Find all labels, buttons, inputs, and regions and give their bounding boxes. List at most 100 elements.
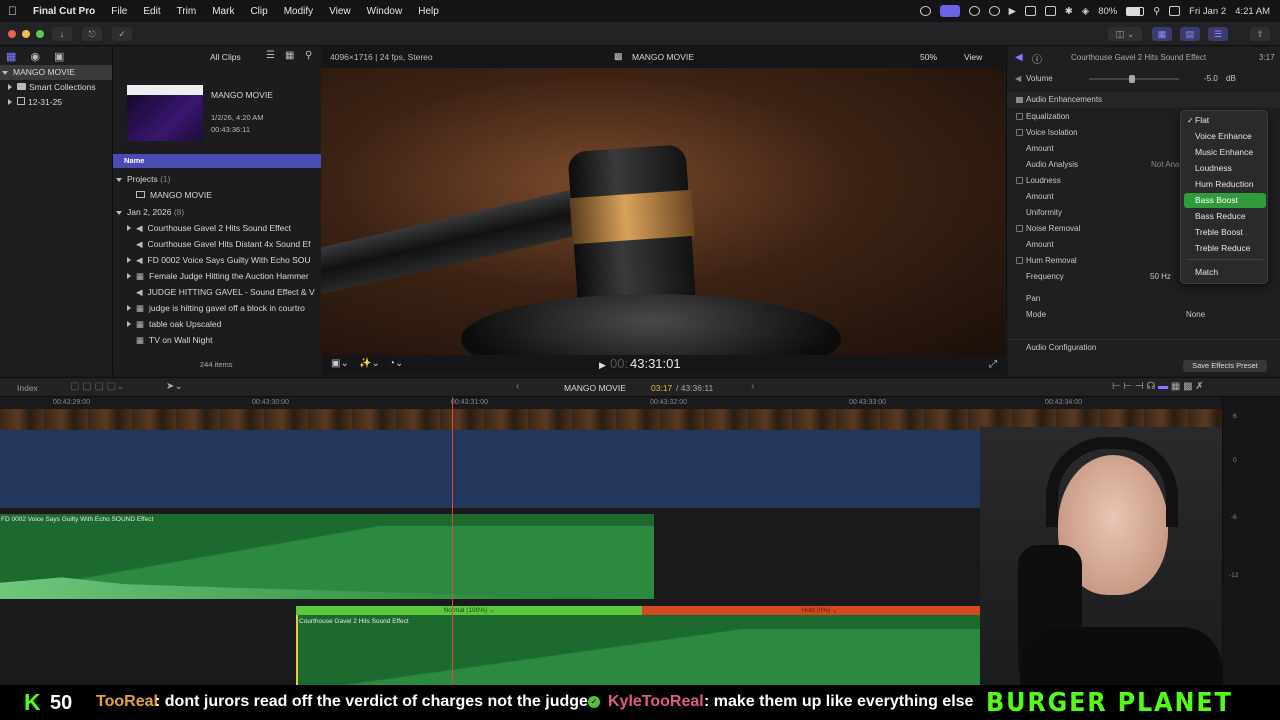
timeline-controls-icon[interactable]: ⊢ ⊢ ⊣ ☊ ▬ ▦ ▩ ✗ [1112, 381, 1204, 392]
info-tab-icon[interactable]: ⓘ [1032, 51, 1042, 66]
monitor-icon[interactable] [1044, 6, 1056, 16]
hum-removal-checkbox[interactable] [1016, 257, 1023, 264]
index-button[interactable]: Index [17, 383, 38, 393]
list-item[interactable]: ◀ JUDGE HITTING GAVEL - Sound Effect & V [127, 287, 321, 298]
forward-arrow-icon[interactable]: › [751, 381, 754, 392]
clip-thumbnail[interactable] [127, 85, 203, 141]
menu-clip[interactable]: Clip [242, 6, 275, 17]
enhance-tool-icon[interactable]: ✨⌄ [359, 358, 380, 369]
menu-item-voice-enhance[interactable]: Voice Enhance [1184, 129, 1266, 144]
apple-icon[interactable]:  [0, 4, 25, 18]
filmstrip-icon[interactable]: ▦ [285, 50, 294, 61]
list-view-icon[interactable]: ☰ [266, 50, 275, 61]
audio-clip-voice[interactable]: FD 0002 Voice Says Guilty With Echo SOUN… [0, 514, 654, 599]
back-arrow-icon[interactable]: ‹ [516, 381, 519, 392]
menu-modify[interactable]: Modify [276, 6, 321, 17]
play-icon[interactable]: ▶ [1009, 6, 1016, 17]
noise-removal-checkbox[interactable] [1016, 225, 1023, 232]
retime-bar-hold[interactable]: Hold (0%) ⌄ [642, 606, 997, 615]
list-item[interactable]: ▦ table oak Upscaled [127, 319, 321, 330]
list-item[interactable]: ▦ Female Judge Hitting the Auction Hammer [127, 271, 321, 282]
clock-time[interactable]: 4:21 AM [1235, 6, 1270, 17]
menu-item-flat[interactable]: ✓ Flat [1184, 113, 1266, 128]
globe-icon[interactable] [988, 6, 1000, 16]
projects-group[interactable]: Projects (1) [116, 174, 321, 184]
volume-knob[interactable] [1129, 75, 1135, 83]
play-button[interactable]: ▶ [599, 360, 606, 371]
playhead[interactable] [452, 397, 453, 685]
menu-item-treble-boost[interactable]: Treble Boost [1184, 225, 1266, 240]
menu-window[interactable]: Window [359, 6, 411, 17]
equalization-checkbox[interactable] [1016, 113, 1023, 120]
menu-mark[interactable]: Mark [204, 6, 242, 17]
keyword-icon[interactable]: ⎋ [82, 27, 102, 41]
transform-tool-icon[interactable]: ▣⌄ [331, 358, 349, 369]
inspector-toggle-icon[interactable]: ☰ [1208, 27, 1228, 41]
timeline-toggle-icon[interactable]: ▤ [1180, 27, 1200, 41]
menu-item-treble-reduce[interactable]: Treble Reduce [1184, 241, 1266, 256]
import-icon[interactable]: ↓ [52, 27, 72, 41]
menu-item-hum-reduction[interactable]: Hum Reduction [1184, 177, 1266, 192]
menu-file[interactable]: File [103, 6, 135, 17]
view-popup[interactable]: View [964, 52, 982, 62]
share-icon[interactable]: ⇧ [1250, 27, 1270, 41]
clock-date[interactable]: Fri Jan 2 [1189, 6, 1226, 17]
search-icon[interactable]: ⚲ [1153, 6, 1160, 17]
battery-icon[interactable] [1126, 6, 1145, 16]
name-column-header[interactable]: Name [113, 154, 321, 168]
retime-bar-normal[interactable]: Normal (100%) ⌄ [296, 606, 642, 615]
audio-enhancements-header[interactable]: Audio Enhancements [1007, 92, 1280, 108]
edit-tools-icon[interactable]: ▢ ▢ ▢ ▢⌄ [70, 381, 125, 392]
loudness-checkbox[interactable] [1016, 177, 1023, 184]
list-item[interactable]: ◀ Courthouse Gavel 2 Hits Sound Effect [127, 223, 321, 234]
zoom-popup[interactable]: 50% [920, 52, 937, 62]
menu-trim[interactable]: Trim [169, 6, 205, 17]
library-item[interactable]: MANGO MOVIE [0, 65, 112, 80]
menu-view[interactable]: View [321, 6, 359, 17]
frequency-value[interactable]: 50 Hz [1150, 269, 1171, 285]
list-item[interactable]: ◀ Courthouse Gavel Hits Distant 4x Sound … [127, 239, 321, 250]
search-icon[interactable]: ⚲ [305, 50, 312, 61]
bluetooth-icon[interactable]: ✱ [1065, 6, 1073, 17]
wifi-icon[interactable]: ◈ [1082, 6, 1089, 17]
project-item[interactable]: MANGO MOVIE [136, 190, 321, 200]
titles-icon[interactable]: ▣ [54, 50, 64, 63]
audio-tab-icon[interactable]: ◀ [1015, 52, 1023, 63]
workspace-icon[interactable]: ◫ ⌄ [1108, 27, 1142, 41]
menu-item-loudness[interactable]: Loudness [1184, 161, 1266, 176]
menu-help[interactable]: Help [410, 6, 447, 17]
menu-item-bass-reduce[interactable]: Bass Reduce [1184, 209, 1266, 224]
list-item[interactable]: ◀ FD 0002 Voice Says Guilty With Echo SOU [127, 255, 321, 266]
close-window-button[interactable] [8, 30, 16, 38]
date-group[interactable]: Jan 2, 2026 (8) [116, 207, 321, 217]
select-tool-icon[interactable]: ➤⌄ [166, 381, 183, 392]
clipboard-icon[interactable] [1024, 6, 1036, 16]
minimize-window-button[interactable] [22, 30, 30, 38]
status-icon[interactable] [919, 6, 931, 16]
menu-item-bass-boost[interactable]: Bass Boost [1184, 193, 1266, 208]
control-icon[interactable] [968, 6, 980, 16]
pan-header[interactable]: Pan [1007, 291, 1280, 307]
speed-tool-icon[interactable]: ◔⌄ [389, 358, 403, 369]
zoom-window-button[interactable] [36, 30, 44, 38]
menu-edit[interactable]: Edit [135, 6, 168, 17]
smart-collections-item[interactable]: Smart Collections [0, 80, 112, 95]
photos-icon[interactable]: ◉ [30, 50, 40, 63]
voice-isolation-checkbox[interactable] [1016, 129, 1023, 136]
event-item[interactable]: 12-31-25 [0, 95, 112, 110]
list-item[interactable]: ▦ TV on Wall Night [127, 335, 321, 346]
libraries-icon[interactable]: ▦ [6, 50, 16, 63]
menu-item-music-enhance[interactable]: Music Enhance [1184, 145, 1266, 160]
app-menu[interactable]: Final Cut Pro [25, 6, 103, 17]
browser-toggle-icon[interactable]: ▦ [1152, 27, 1172, 41]
filter-popup[interactable]: All Clips [210, 52, 241, 62]
menu-item-match[interactable]: Match [1184, 265, 1266, 280]
audio-clip-gavel[interactable]: Courthouse Gavel 2 Hits Sound Effect [296, 615, 996, 685]
audio-config-row[interactable]: Audio Configuration [1007, 339, 1280, 355]
list-item[interactable]: ▦ judge is hitting gavel off a block in c… [127, 303, 321, 314]
project-name-popup[interactable]: MANGO MOVIE [564, 383, 626, 393]
background-tasks-icon[interactable]: ✓ [112, 27, 132, 41]
control-center-icon[interactable] [1169, 6, 1181, 16]
mode-popup[interactable]: None [1186, 307, 1205, 323]
display-icon[interactable] [939, 5, 960, 17]
